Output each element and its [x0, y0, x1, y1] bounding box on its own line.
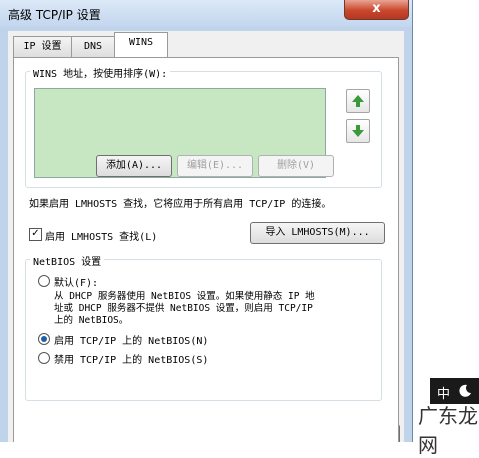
- watermark-text: 广东龙网: [418, 404, 478, 457]
- moon-icon: [459, 384, 471, 397]
- move-down-button[interactable]: [346, 119, 370, 143]
- import-lmhosts-button[interactable]: 导入 LMHOSTS(M)...: [250, 222, 385, 244]
- netbios-group-label: NetBIOS 设置: [30, 253, 105, 268]
- netbios-default-radio[interactable]: [38, 275, 50, 287]
- arrow-up-icon: [352, 95, 364, 107]
- window-title: 高级 TCP/IP 设置: [8, 8, 101, 22]
- lmhosts-checkbox[interactable]: ✓: [29, 228, 42, 241]
- netbios-default-label: 默认(F):: [54, 278, 99, 289]
- wins-panel: WINS 地址，按使用排序(W): 添加(A)... 编辑(E)... 删除(V…: [13, 57, 399, 442]
- remove-button: 删除(V): [258, 155, 334, 177]
- lmhosts-info-text: 如果启用 LMHOSTS 查找，它将应用于所有启用 TCP/IP 的连接。: [29, 199, 332, 210]
- lmhosts-checkbox-label: 启用 LMHOSTS 查找(L): [45, 232, 158, 243]
- wins-group-label: WINS 地址，按使用排序(W):: [30, 65, 171, 80]
- tab-dns[interactable]: DNS: [71, 36, 115, 57]
- title-bar: 高级 TCP/IP 设置 x: [0, 0, 412, 27]
- tab-ip-settings[interactable]: IP 设置: [13, 36, 72, 57]
- netbios-default-desc-3: 上的 NetBIOS。: [54, 315, 129, 326]
- close-button[interactable]: x: [344, 0, 409, 20]
- edit-button: 编辑(E)...: [177, 155, 253, 177]
- netbios-enable-label: 启用 TCP/IP 上的 NetBIOS(N): [54, 336, 209, 347]
- close-icon: x: [372, 1, 381, 16]
- move-up-button[interactable]: [346, 89, 370, 113]
- arrow-down-icon: [352, 125, 364, 137]
- tab-wins[interactable]: WINS: [114, 32, 168, 57]
- advanced-tcpip-dialog: 高级 TCP/IP 设置 x IP 设置 DNS WINS WINS 地址，按使…: [0, 0, 413, 442]
- netbios-enable-radio[interactable]: [38, 333, 50, 345]
- check-icon: ✓: [31, 228, 40, 239]
- dialog-client: IP 设置 DNS WINS WINS 地址，按使用排序(W): 添加(A)..…: [8, 31, 404, 442]
- add-button[interactable]: 添加(A)...: [96, 155, 172, 177]
- netbios-disable-radio[interactable]: [38, 352, 50, 364]
- netbios-disable-label: 禁用 TCP/IP 上的 NetBIOS(S): [54, 355, 209, 366]
